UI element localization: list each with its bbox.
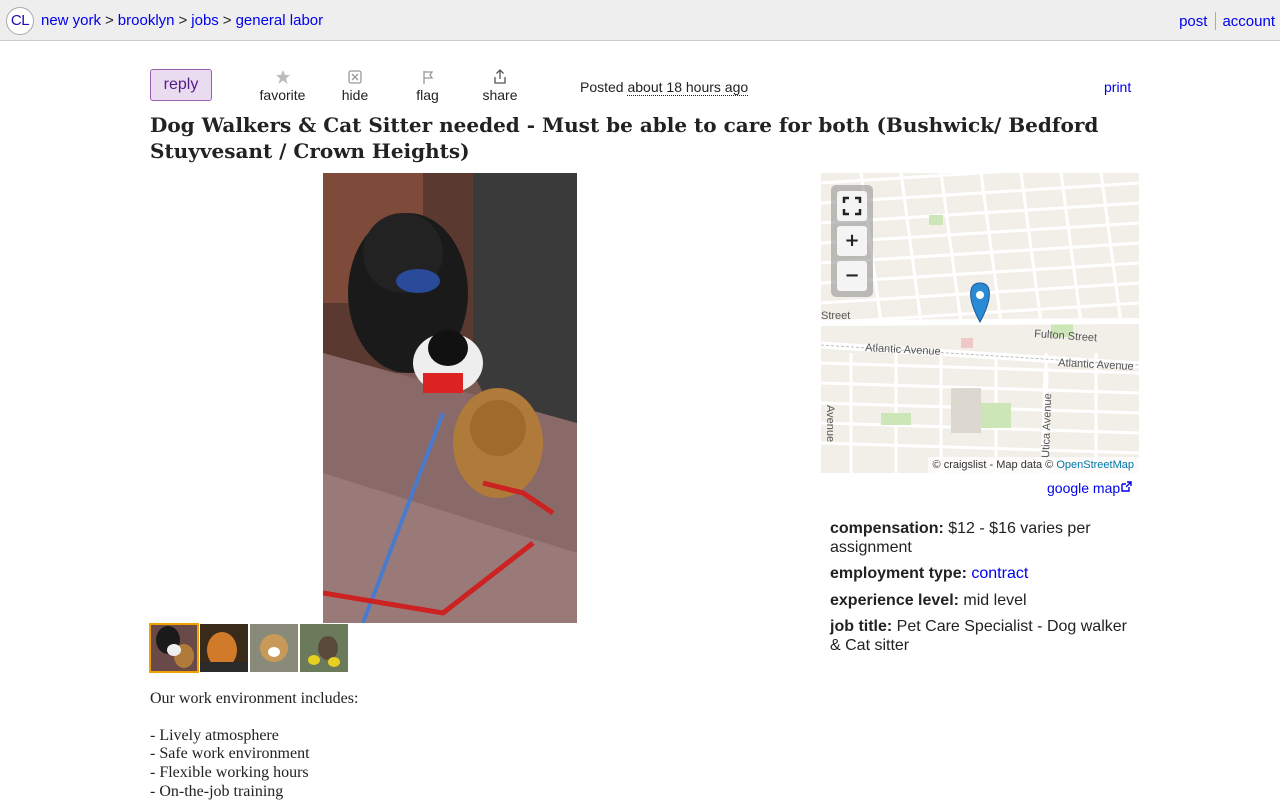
minus-icon: − [844, 265, 860, 286]
breadcrumb-brooklyn[interactable]: brooklyn [118, 12, 175, 29]
thumbnail[interactable] [300, 624, 348, 672]
thumbnail[interactable] [250, 624, 298, 672]
posting-body: Our work environment includes: - Lively … [150, 690, 750, 802]
attr-employment-type: employment type: contract [830, 565, 1130, 584]
thumbnail-image [300, 624, 348, 672]
openstreetmap-link[interactable]: OpenStreetMap [1056, 459, 1134, 471]
breadcrumb-jobs[interactable]: jobs [191, 12, 219, 29]
list-item: - Safe work environment [150, 745, 310, 763]
plus-icon: + [844, 230, 860, 251]
flag-icon [422, 71, 433, 84]
account-link[interactable]: account [1222, 13, 1275, 30]
attr-label: compensation: [830, 520, 944, 537]
user-links: post account [1179, 12, 1275, 30]
employment-type-link[interactable]: contract [971, 565, 1028, 582]
attr-label: job title: [830, 618, 893, 635]
map-label: Utica Avenue [1040, 393, 1054, 458]
reply-button[interactable]: reply [150, 69, 212, 101]
favorite-button[interactable]: favorite [259, 68, 306, 103]
main-photo[interactable] [323, 173, 577, 623]
posted-prefix: Posted [580, 79, 624, 95]
google-map-link[interactable]: google map [1047, 480, 1132, 496]
share-label: share [482, 87, 518, 103]
fullscreen-icon [842, 196, 862, 216]
hide-label: hide [341, 87, 369, 103]
flag-label: flag [416, 87, 439, 103]
thumbnail[interactable] [200, 624, 248, 672]
hide-icon [348, 70, 362, 84]
top-bar: CL new york > brooklyn > jobs > general labor … [0, 0, 1280, 41]
breadcrumb-new-york[interactable]: new york [41, 12, 101, 29]
print-link[interactable]: print [1104, 79, 1131, 95]
body-intro: Our work environment includes: [150, 690, 359, 707]
list-item: - On-the-job training [150, 782, 284, 800]
map-attribution: © craigslist - Map data © OpenStreetMap [927, 457, 1139, 473]
map-label: Street [821, 310, 850, 322]
breadcrumb: new york > brooklyn > jobs > general labor [41, 12, 323, 29]
posted-date: Posted about 18 hours ago [580, 79, 749, 96]
posting-attributes: compensation: $12 - $16 varies per assig… [830, 520, 1130, 663]
favorite-label: favorite [259, 87, 306, 103]
craigslist-logo[interactable]: CL [6, 7, 34, 35]
attr-value: mid level [963, 591, 1027, 609]
flag-button[interactable]: flag [414, 68, 441, 103]
star-icon [275, 70, 290, 84]
zoom-out-button[interactable]: − [837, 261, 867, 291]
thumbnail[interactable] [149, 623, 199, 673]
map-controls: + − [831, 185, 873, 297]
zoom-in-button[interactable]: + [837, 226, 867, 256]
dogs-photo [323, 173, 577, 623]
body-list: - Lively atmosphere - Safe work environm… [150, 727, 750, 802]
list-item: - Flexible working hours [150, 764, 309, 782]
post-link[interactable]: post [1179, 13, 1207, 30]
attr-label: employment type: [830, 565, 967, 582]
fullscreen-button[interactable] [837, 191, 867, 221]
attr-compensation: compensation: $12 - $16 varies per assig… [830, 520, 1130, 557]
attr-label: experience level: [830, 591, 959, 609]
map-label: Avenue [824, 405, 836, 442]
location-map[interactable]: Street Fulton Street Atlantic Avenue Atl… [821, 173, 1139, 473]
breadcrumb-separator: > [105, 12, 114, 29]
breadcrumb-general-labor[interactable]: general labor [236, 12, 324, 29]
attr-experience-level: experience level: mid level [830, 592, 1130, 611]
posted-time: about 18 hours ago [627, 79, 749, 96]
attribution-text: © craigslist - Map data © [932, 459, 1054, 471]
breadcrumb-separator: > [178, 12, 188, 29]
thumbnail-image [250, 624, 298, 672]
google-map-label: google map [1047, 480, 1121, 496]
breadcrumb-separator: > [222, 12, 232, 29]
share-button[interactable]: share [481, 68, 519, 103]
external-link-icon [1121, 481, 1132, 492]
hide-button[interactable]: hide [340, 68, 370, 103]
attr-job-title: job title: Pet Care Specialist - Dog wal… [830, 618, 1130, 655]
list-item: - Lively atmosphere [150, 726, 279, 744]
divider [1215, 12, 1217, 30]
thumbnail-image [200, 624, 248, 672]
share-icon [494, 69, 506, 84]
posting-title: Dog Walkers & Cat Sitter needed - Must b… [150, 113, 1099, 163]
thumbnail-image [150, 624, 198, 672]
